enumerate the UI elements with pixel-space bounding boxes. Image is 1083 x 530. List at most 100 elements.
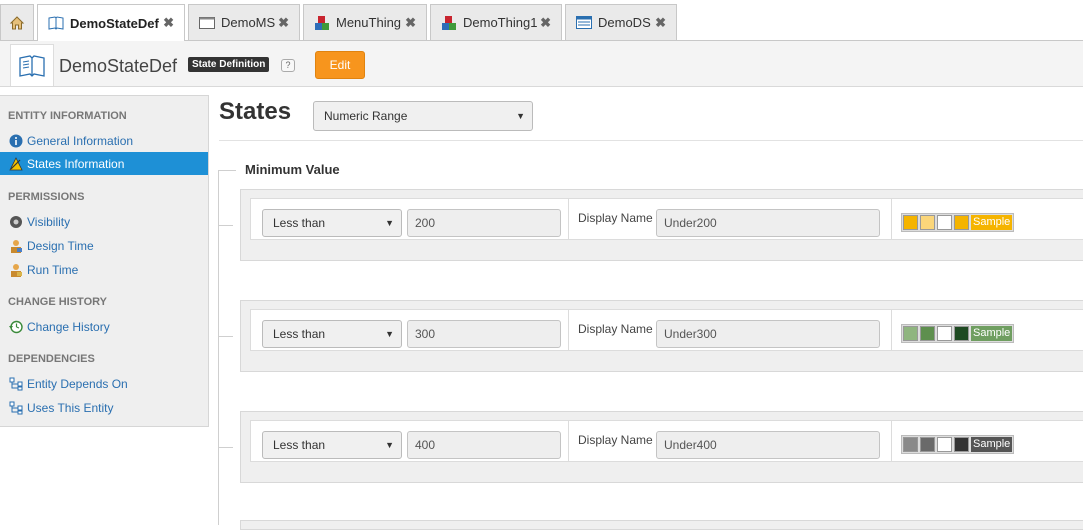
sidebar-item-uses-this-entity[interactable]: Uses This Entity <box>0 396 208 419</box>
sidebar-item-states-information[interactable]: States Information <box>0 152 208 175</box>
display-name-input[interactable]: Under200 <box>656 209 880 237</box>
chevron-down-icon: ▼ <box>516 111 525 121</box>
divider <box>568 199 569 239</box>
tab-menuthing[interactable]: MenuThing ✖ <box>303 4 427 40</box>
sidebar-item-visibility[interactable]: Visibility <box>0 210 208 233</box>
sidebar-heading-change-history: CHANGE HISTORY <box>8 296 108 308</box>
divider <box>219 140 1083 141</box>
chevron-down-icon: ▼ <box>385 329 394 339</box>
sidebar-item-label: Visibility <box>27 214 71 229</box>
tree-connector <box>218 170 219 525</box>
sidebar-heading-dependencies: DEPENDENCIES <box>8 353 95 365</box>
tab-demothing1[interactable]: DemoThing1 ✖ <box>430 4 562 40</box>
tab-label: DemoMS <box>221 15 276 30</box>
comparison-select[interactable]: Less than ▼ <box>262 320 402 348</box>
home-tab[interactable] <box>0 4 34 40</box>
sidebar-item-label: Change History <box>27 319 110 334</box>
color-swatch <box>903 326 918 341</box>
tab-demostatedef[interactable]: DemoStateDef ✖ <box>37 4 185 41</box>
style-picker[interactable]: Sample <box>901 213 1015 232</box>
book-icon <box>48 16 64 30</box>
dependency-icon <box>9 401 23 414</box>
tree-connector <box>218 225 233 226</box>
close-icon[interactable]: ✖ <box>655 15 666 31</box>
chevron-down-icon: ▼ <box>385 218 394 228</box>
page-title: States <box>219 98 292 125</box>
entity-header: DemoStateDef State Definition ? Edit <box>0 41 1083 87</box>
style-picker[interactable]: Sample <box>901 324 1015 343</box>
sidebar-item-run-time[interactable]: Run Time <box>0 258 208 281</box>
chevron-down-icon: ▼ <box>385 440 394 450</box>
sidebar-item-label: Design Time <box>27 238 94 253</box>
sidebar-heading-permissions: PERMISSIONS <box>8 191 85 203</box>
style-sample: Sample <box>971 215 1013 230</box>
entity-title: DemoStateDef <box>59 56 178 76</box>
color-swatch <box>954 437 969 452</box>
state-type-select[interactable]: Numeric Range ▼ <box>313 101 533 131</box>
datashape-icon <box>576 16 592 29</box>
style-picker[interactable]: Sample <box>901 435 1015 454</box>
style-sample: Sample <box>971 437 1013 452</box>
history-icon <box>9 320 23 333</box>
display-name-label: Display Name <box>578 211 653 225</box>
help-button[interactable]: ? <box>281 59 295 72</box>
tab-demoms[interactable]: DemoMS ✖ <box>188 4 300 40</box>
color-swatch <box>920 437 935 452</box>
state-row-fields: Less than ▼ 400 Display Name Under400 Sa… <box>250 420 1083 462</box>
entity-type-badge: State Definition <box>188 57 270 72</box>
sidebar-item-label: General Information <box>27 133 134 148</box>
sidebar-item-design-time[interactable]: Design Time <box>0 234 208 257</box>
sidebar-item-general-information[interactable]: General Information <box>0 129 208 152</box>
edit-button[interactable]: Edit <box>315 51 365 79</box>
state-row: Less than ▼ 300 Display Name Under300 Sa… <box>240 300 1083 372</box>
window-icon <box>199 16 215 29</box>
value-input[interactable]: 400 <box>407 431 561 459</box>
divider <box>891 421 892 461</box>
home-icon <box>9 15 25 29</box>
close-icon[interactable]: ✖ <box>278 15 289 31</box>
thing-icon <box>315 15 329 30</box>
comparison-select[interactable]: Less than ▼ <box>262 431 402 459</box>
sidebar-item-label: Entity Depends On <box>27 376 128 391</box>
color-swatch <box>903 437 918 452</box>
value-input[interactable]: 200 <box>407 209 561 237</box>
comparison-value: Less than <box>273 327 326 341</box>
divider <box>568 421 569 461</box>
tab-label: DemoThing1 <box>463 15 538 30</box>
color-swatch <box>954 215 969 230</box>
color-swatch <box>937 215 952 230</box>
comparison-select[interactable]: Less than ▼ <box>262 209 402 237</box>
display-name-label: Display Name <box>578 322 653 336</box>
comparison-value: Less than <box>273 438 326 452</box>
sidebar-heading-entity-information: ENTITY INFORMATION <box>8 110 127 122</box>
close-icon[interactable]: ✖ <box>163 15 174 31</box>
tab-label: DemoStateDef <box>70 15 159 31</box>
color-swatch <box>920 326 935 341</box>
state-row: Less than ▼ 400 Display Name Under400 Sa… <box>240 411 1083 483</box>
color-swatch <box>937 437 952 452</box>
display-name-input[interactable]: Under400 <box>656 431 880 459</box>
sidebar-item-change-history[interactable]: Change History <box>0 315 208 338</box>
value-input[interactable]: 300 <box>407 320 561 348</box>
entity-icon-box <box>10 44 54 86</box>
state-row: Less than ▼ 200 Display Name Under200 Sa… <box>240 189 1083 261</box>
color-swatch <box>954 326 969 341</box>
section-title: Minimum Value <box>245 162 340 177</box>
color-swatch <box>903 215 918 230</box>
display-name-label: Display Name <box>578 433 653 447</box>
sidebar-item-entity-depends-on[interactable]: Entity Depends On <box>0 372 208 395</box>
tree-connector <box>218 336 233 337</box>
tab-demods[interactable]: DemoDS ✖ <box>565 4 677 40</box>
sidebar-item-label: States Information <box>27 156 125 171</box>
divider <box>891 310 892 350</box>
sidebar-item-label: Run Time <box>27 262 79 277</box>
close-icon[interactable]: ✖ <box>540 15 551 31</box>
divider <box>891 199 892 239</box>
tab-bar: DemoStateDef ✖ DemoMS ✖ MenuThing ✖ Demo… <box>0 0 1083 41</box>
display-name-input[interactable]: Under300 <box>656 320 880 348</box>
state-type-value: Numeric Range <box>324 109 408 123</box>
close-icon[interactable]: ✖ <box>405 15 416 31</box>
visibility-icon <box>10 215 22 228</box>
design-time-icon <box>11 239 22 253</box>
state-row-fields: Less than ▼ 200 Display Name Under200 Sa… <box>250 198 1083 240</box>
